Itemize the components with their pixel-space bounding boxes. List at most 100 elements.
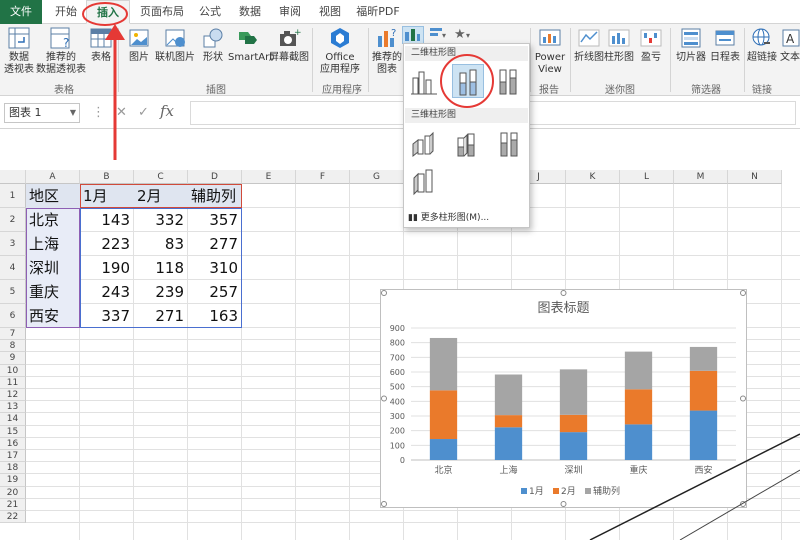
row-header-16[interactable]: 16 xyxy=(0,437,26,450)
row-header-19[interactable]: 19 xyxy=(0,474,26,487)
column-header-e[interactable]: E xyxy=(242,170,296,184)
smartart-button[interactable]: SmartArt xyxy=(228,26,273,64)
recommended-pivot-button[interactable]: ? 推荐的 数据透视表 xyxy=(36,26,86,76)
power-view-button[interactable]: Power View xyxy=(534,26,566,76)
row-header-20[interactable]: 20 xyxy=(0,486,26,499)
ribbon: 数据 透视表 ? 推荐的 数据透视表 表格 表格 图片 联机图片 形状 Smar… xyxy=(0,24,800,96)
name-box[interactable]: 图表 1 ▼ xyxy=(4,103,80,123)
slicer-button[interactable]: 切片器 xyxy=(674,26,708,64)
3d-clustered-column-option[interactable] xyxy=(410,128,438,158)
row-header-3[interactable]: 3 xyxy=(0,232,26,256)
tab-insert[interactable]: 插入 xyxy=(86,0,130,24)
row-header-7[interactable]: 7 xyxy=(0,328,26,341)
row-header-4[interactable]: 4 xyxy=(0,256,26,280)
other-chart-button[interactable]: ★ ▾ xyxy=(452,26,474,44)
stacked-column-option[interactable] xyxy=(452,64,484,98)
chevron-down-icon[interactable]: ▼ xyxy=(70,104,76,122)
value-range-border xyxy=(80,208,242,328)
x-tick-label: 深圳 xyxy=(564,465,582,476)
screenshot-button[interactable]: + 屏幕截图 xyxy=(268,26,310,64)
tab-view[interactable]: 视图 xyxy=(310,0,350,24)
stacked-column-chart[interactable]: 图表标题 0 100 200 300 400 500 600 700 800 900 北京 上海 深圳 重庆… xyxy=(380,289,747,508)
y-tick-label: 200 xyxy=(390,427,405,436)
more-column-charts-link[interactable]: ▮▮ 更多柱形图(M)... xyxy=(408,210,489,223)
clustered-column-option[interactable] xyxy=(410,66,438,96)
slicer-icon xyxy=(681,28,701,48)
row-header-14[interactable]: 14 xyxy=(0,413,26,426)
shapes-button[interactable]: 形状 xyxy=(198,26,228,64)
3d-stacked-column-option[interactable] xyxy=(452,128,480,158)
tab-home[interactable]: 开始 xyxy=(46,0,86,24)
svg-text:+: + xyxy=(294,28,301,38)
power-view-icon xyxy=(539,29,561,46)
cancel-icon[interactable]: ✕ xyxy=(116,105,127,120)
percent-stacked-column-option[interactable] xyxy=(496,66,524,96)
row-header-15[interactable]: 15 xyxy=(0,425,26,438)
row-header-9[interactable]: 9 xyxy=(0,352,26,365)
office-apps-button[interactable]: Office 应用程序 xyxy=(316,26,364,76)
pivot-table-button[interactable]: 数据 透视表 xyxy=(2,26,36,76)
column-header-d[interactable]: D xyxy=(188,170,242,184)
row-header-18[interactable]: 18 xyxy=(0,462,26,475)
tab-page-layout[interactable]: 页面布局 xyxy=(134,0,190,24)
timeline-button[interactable]: 日程表 xyxy=(708,26,742,64)
text-button[interactable]: A 文本 xyxy=(780,26,800,64)
row-header-8[interactable]: 8 xyxy=(0,340,26,353)
insert-function-icon[interactable]: fx xyxy=(160,102,174,120)
column-header-b[interactable]: B xyxy=(80,170,134,184)
column-header-a[interactable]: A xyxy=(26,170,80,184)
recommended-charts-button[interactable]: ? 推荐的 图表 xyxy=(372,26,402,76)
sparkline-column-button[interactable]: 柱形图 xyxy=(604,26,634,64)
column-header-n[interactable]: N xyxy=(728,170,782,184)
3d-column-option[interactable] xyxy=(410,166,438,196)
resize-handle xyxy=(740,501,746,507)
tab-formulas[interactable]: 公式 xyxy=(190,0,230,24)
tab-foxit-pdf[interactable]: 福昕PDF xyxy=(350,0,406,24)
group-tables-label: 表格 xyxy=(54,85,74,96)
column-header-c[interactable]: C xyxy=(134,170,188,184)
tab-review[interactable]: 审阅 xyxy=(270,0,310,24)
tab-data[interactable]: 数据 xyxy=(230,0,270,24)
resize-handle xyxy=(381,290,387,296)
row-header-2[interactable]: 2 xyxy=(0,208,26,232)
sparkline-line-button[interactable]: 折线图 xyxy=(574,26,604,64)
online-picture-button[interactable]: 联机图片 xyxy=(154,26,196,64)
row-header-10[interactable]: 10 xyxy=(0,364,26,377)
column-header-m[interactable]: M xyxy=(674,170,728,184)
row-header-12[interactable]: 12 xyxy=(0,389,26,402)
table-icon xyxy=(90,28,112,48)
series-name-range-border xyxy=(80,184,242,208)
tab-file[interactable]: 文件 xyxy=(0,0,42,24)
online-picture-icon xyxy=(165,29,185,47)
text-label: 文本 xyxy=(780,52,800,63)
row-header-22[interactable]: 22 xyxy=(0,511,26,524)
select-all-corner[interactable] xyxy=(0,170,26,184)
row-header-1[interactable]: 1 xyxy=(0,184,26,208)
winloss-sparkline-label: 盈亏 xyxy=(641,52,661,63)
row-header-5[interactable]: 5 xyxy=(0,280,26,304)
enter-icon[interactable]: ✓ xyxy=(138,105,149,120)
bar-chart-button[interactable]: ▾ xyxy=(428,26,448,44)
column-header-l[interactable]: L xyxy=(620,170,674,184)
3d-percent-stacked-column-option[interactable] xyxy=(496,128,524,158)
group-separator xyxy=(368,28,369,92)
table-button[interactable]: 表格 xyxy=(88,26,114,64)
hyperlink-button[interactable]: 超链接 xyxy=(746,26,778,64)
column-header-k[interactable]: K xyxy=(566,170,620,184)
winloss-sparkline-icon xyxy=(640,29,662,47)
sparkline-winloss-button[interactable]: 盈亏 xyxy=(636,26,666,64)
column-header-f[interactable]: F xyxy=(296,170,350,184)
bar-segment xyxy=(429,337,458,391)
row-header-17[interactable]: 17 xyxy=(0,450,26,463)
row-header-11[interactable]: 11 xyxy=(0,376,26,389)
header-cell[interactable]: 地区 xyxy=(26,184,80,208)
table-label: 表格 xyxy=(91,52,111,63)
bar-segment xyxy=(624,389,653,425)
row-header-13[interactable]: 13 xyxy=(0,401,26,414)
row-header-21[interactable]: 21 xyxy=(0,498,26,511)
column-header-g[interactable]: G xyxy=(350,170,404,184)
row-header-6[interactable]: 6 xyxy=(0,304,26,328)
picture-button[interactable]: 图片 xyxy=(124,26,154,64)
column-gridline xyxy=(295,184,296,540)
column-chart-button[interactable] xyxy=(402,26,424,44)
